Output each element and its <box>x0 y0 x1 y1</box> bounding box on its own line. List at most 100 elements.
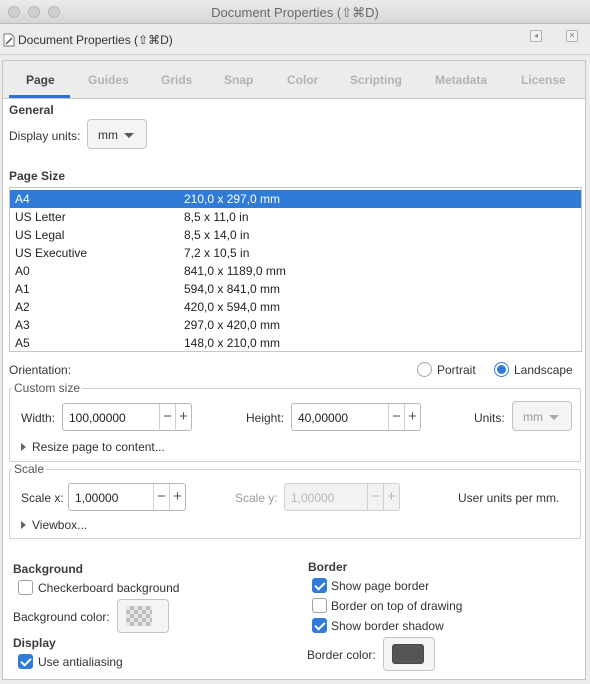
width-label: Width: <box>21 411 56 425</box>
document-properties-icon <box>3 33 15 47</box>
scale-x-value: 1,00000 <box>75 491 119 505</box>
height-spinbutton[interactable]: 40,00000 − + <box>291 403 421 431</box>
scale-x-decrement-button[interactable]: − <box>153 484 169 510</box>
page-size-row-a5[interactable]: A5 148,0 x 210,0 mm <box>10 334 581 351</box>
width-increment-button[interactable]: + <box>175 404 191 430</box>
resize-page-expander[interactable]: Resize page to content... <box>21 440 165 454</box>
portrait-label[interactable]: Portrait <box>437 363 476 377</box>
page-size-dimensions: 210,0 x 297,0 mm <box>184 192 281 206</box>
viewbox-label: Viewbox... <box>32 518 88 532</box>
page-size-row-us-executive[interactable]: US Executive 7,2 x 10,5 in <box>10 244 581 262</box>
height-decrement-button[interactable]: − <box>388 404 404 430</box>
page-size-name: A5 <box>15 336 30 350</box>
page-size-name: A4 <box>15 192 30 206</box>
scale-x-spinbutton[interactable]: 1,00000 − + <box>68 483 186 511</box>
user-units-label: User units per mm. <box>458 491 560 505</box>
height-increment-button[interactable]: + <box>404 404 420 430</box>
page-size-name: US Legal <box>15 228 65 242</box>
dock-iconify-button[interactable]: ◂ <box>530 30 542 42</box>
width-decrement-button[interactable]: − <box>159 404 175 430</box>
resize-page-label: Resize page to content... <box>32 440 165 454</box>
border-color-button[interactable] <box>383 637 435 671</box>
page-size-row-us-legal[interactable]: US Legal 8,5 x 14,0 in <box>10 226 581 244</box>
background-color-swatch <box>126 606 152 626</box>
window-titlebar: Document Properties (⇧⌘D) <box>0 0 590 24</box>
portrait-radio[interactable] <box>417 362 432 377</box>
height-value: 40,00000 <box>298 411 349 425</box>
dock-close-button[interactable]: ✕ <box>566 30 578 42</box>
tab-scripting[interactable]: Scripting <box>350 73 402 87</box>
custom-units-value: mm <box>523 410 543 424</box>
viewbox-expander[interactable]: Viewbox... <box>21 518 87 532</box>
custom-size-legend: Custom size <box>12 381 83 395</box>
border-color-label: Border color: <box>307 648 376 662</box>
page-size-dimensions: 420,0 x 594,0 mm <box>184 300 281 314</box>
tab-grids[interactable]: Grids <box>161 73 192 87</box>
page-size-dimensions: 8,5 x 11,0 in <box>184 210 249 224</box>
page-size-row-us-letter[interactable]: US Letter 8,5 x 11,0 in <box>10 208 581 226</box>
page-size-dimensions: 841,0 x 1189,0 mm <box>184 264 286 278</box>
border-shadow-checkbox[interactable] <box>312 618 327 633</box>
tab-bar: Page Guides Grids Snap Color Scripting M… <box>3 61 585 99</box>
scale-y-label: Scale y: <box>235 491 278 505</box>
width-spinbutton[interactable]: 100,00000 − + <box>62 403 192 431</box>
document-properties-panel: Page Guides Grids Snap Color Scripting M… <box>2 60 586 680</box>
page-size-row-a4[interactable]: A4 210,0 x 297,0 mm <box>10 190 581 208</box>
border-on-top-checkbox[interactable] <box>312 598 327 613</box>
page-size-dimensions: 297,0 x 420,0 mm <box>184 318 281 332</box>
page-size-dimensions: 148,0 x 210,0 mm <box>184 336 281 350</box>
tab-page[interactable]: Page <box>26 73 55 87</box>
tab-color[interactable]: Color <box>287 73 318 87</box>
tab-metadata[interactable]: Metadata <box>435 73 487 87</box>
antialiasing-label[interactable]: Use antialiasing <box>38 655 123 669</box>
page-size-list[interactable]: A4 210,0 x 297,0 mm US Letter 8,5 x 11,0… <box>9 187 582 352</box>
chevron-down-icon <box>549 415 559 420</box>
background-color-button[interactable] <box>117 599 169 633</box>
scale-y-spinbutton[interactable]: 1,00000 − + <box>284 483 400 511</box>
page-size-dimensions: 594,0 x 841,0 mm <box>184 282 281 296</box>
border-on-top-label[interactable]: Border on top of drawing <box>331 599 462 613</box>
border-shadow-label[interactable]: Show border shadow <box>331 619 444 633</box>
page-size-row-a1[interactable]: A1 594,0 x 841,0 mm <box>10 280 581 298</box>
height-label: Height: <box>246 411 285 425</box>
page-size-heading: Page Size <box>9 169 66 183</box>
page-size-name: US Letter <box>15 210 66 224</box>
show-border-label[interactable]: Show page border <box>331 579 429 593</box>
dock-title: Document Properties (⇧⌘D) <box>18 33 173 47</box>
scale-y-increment-button[interactable]: + <box>383 484 399 510</box>
page-size-name: A3 <box>15 318 30 332</box>
checkerboard-label[interactable]: Checkerboard background <box>38 581 179 595</box>
page-size-name: US Executive <box>15 246 88 260</box>
landscape-radio[interactable] <box>494 362 509 377</box>
scale-group: Scale Scale x: 1,00000 − + Scale y: 1,00… <box>9 462 581 539</box>
page-size-row-a2[interactable]: A2 420,0 x 594,0 mm <box>10 298 581 316</box>
custom-units-dropdown[interactable]: mm <box>512 401 572 431</box>
border-color-swatch <box>392 644 424 664</box>
scale-y-value: 1,00000 <box>291 491 335 505</box>
orientation-label: Orientation: <box>9 363 72 377</box>
scale-y-decrement-button[interactable]: − <box>367 484 383 510</box>
page-size-row-a0[interactable]: A0 841,0 x 1189,0 mm <box>10 262 581 280</box>
antialiasing-checkbox[interactable] <box>18 654 33 669</box>
general-heading: General <box>9 103 54 117</box>
scale-legend: Scale <box>12 462 47 476</box>
disclosure-triangle-icon <box>21 443 26 451</box>
page-size-name: A2 <box>15 300 30 314</box>
display-units-dropdown[interactable]: mm <box>87 119 147 149</box>
tab-snap[interactable]: Snap <box>224 73 253 87</box>
page-size-dimensions: 8,5 x 14,0 in <box>184 228 250 242</box>
background-color-label: Background color: <box>13 610 110 624</box>
display-units-label: Display units: <box>9 129 81 143</box>
custom-size-group: Custom size Width: 100,00000 − + Height:… <box>9 381 581 462</box>
page-size-row-a3[interactable]: A3 297,0 x 420,0 mm <box>10 316 581 334</box>
checkerboard-checkbox[interactable] <box>18 580 33 595</box>
window-title: Document Properties (⇧⌘D) <box>211 5 379 20</box>
tab-guides[interactable]: Guides <box>88 73 129 87</box>
tab-license[interactable]: License <box>521 73 566 87</box>
background-heading: Background <box>13 562 84 576</box>
show-border-checkbox[interactable] <box>312 578 327 593</box>
landscape-label[interactable]: Landscape <box>514 363 573 377</box>
width-value: 100,00000 <box>69 411 126 425</box>
chevron-down-icon <box>124 133 134 138</box>
scale-x-increment-button[interactable]: + <box>169 484 185 510</box>
